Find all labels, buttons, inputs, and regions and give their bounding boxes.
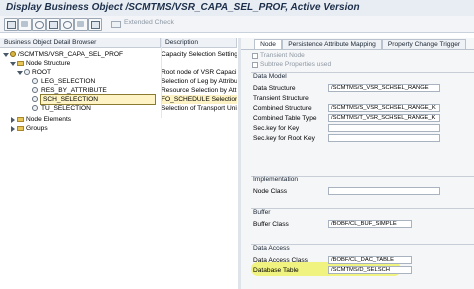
combined-table-type-field[interactable]: /SCMTMS/T_VSR_SCHSEL_RANGE_K — [328, 114, 440, 122]
node-detail-panel: Node Persistence Attribute Mapping Prope… — [241, 38, 474, 289]
tree-row-res-by-attribute[interactable]: RES_BY_ATTRIBUTE Resource Selection by A… — [0, 86, 237, 95]
tab-node[interactable]: Node — [254, 39, 282, 49]
tree-header-description[interactable]: Description — [161, 38, 237, 48]
pencil-icon — [21, 21, 28, 27]
where-used-button[interactable] — [74, 18, 88, 31]
tree-row-node-structure[interactable]: Node Structure — [0, 59, 237, 68]
transient-structure-label: Transient Structure — [253, 95, 309, 102]
tree-header-browser[interactable]: Business Object Detail Browser — [0, 38, 161, 48]
business-object-icon — [10, 51, 16, 57]
implementation-title: Implementation — [253, 176, 299, 183]
tab-property-change-trigger[interactable]: Property Change Trigger — [382, 39, 466, 49]
combined-table-type-label: Combined Table Type — [253, 115, 317, 122]
transient-node-checkbox[interactable] — [252, 53, 258, 59]
data-access-class-field[interactable]: /BOBF/CL_DAC_TABLE — [328, 256, 412, 264]
hierarchy-icon — [91, 21, 100, 29]
sec-key-label: Sec.key for Key — [253, 125, 300, 132]
folder-icon — [17, 61, 24, 66]
combined-structure-label: Combined Structure — [253, 105, 312, 112]
node-icon — [32, 78, 38, 84]
node-icon — [24, 69, 30, 75]
tree-row-node-elements[interactable]: Node Elements — [0, 115, 237, 124]
data-access-class-label: Data Access Class — [253, 257, 308, 264]
extended-check-icon — [110, 19, 121, 29]
sec-key-root-label: Sec.key for Root Key — [253, 135, 315, 142]
column-divider — [161, 38, 162, 118]
expand-icon[interactable] — [17, 71, 23, 75]
expand-icon[interactable] — [3, 53, 9, 57]
node-icon — [32, 96, 38, 102]
buffer-group — [251, 208, 474, 209]
tree-row-root[interactable]: ROOT Root node of VSR Capaci — [0, 68, 237, 77]
node-icon — [32, 87, 38, 93]
tree-row-leg-selection[interactable]: LEG_SELECTION Selection of Leg by Attrib… — [0, 77, 237, 86]
buffer-class-field[interactable]: /BOBF/CL_BUF_SIMPLE — [328, 220, 412, 228]
sec-key-root-field[interactable] — [328, 134, 440, 142]
database-table-label: Database Table — [253, 267, 299, 274]
subtree-properties-label: Subtree Properties used — [260, 61, 332, 68]
display-change-button[interactable] — [18, 18, 32, 31]
buffer-class-label: Buffer Class — [253, 221, 289, 228]
database-table-field[interactable]: /SCMTMS/D_SELSCH — [328, 266, 412, 274]
transient-structure-field[interactable] — [328, 94, 440, 102]
tab-strip: Node Persistence Attribute Mapping Prope… — [241, 38, 474, 50]
extended-check-button[interactable]: Extended Check — [124, 19, 174, 26]
tab-persistence-attribute-mapping[interactable]: Persistence Attribute Mapping — [282, 39, 382, 49]
business-object-tree: Business Object Detail Browser Descripti… — [0, 38, 237, 289]
tree-row-groups[interactable]: Groups — [0, 124, 237, 133]
hierarchy-button[interactable] — [88, 18, 102, 31]
activate-icon — [63, 21, 72, 29]
back-button[interactable] — [4, 18, 18, 31]
node-class-field[interactable] — [328, 187, 440, 195]
node-class-label: Node Class — [253, 188, 288, 195]
node-icon — [32, 105, 38, 111]
combined-structure-field[interactable]: /SCMTMS/S_VSR_SCHSEL_RANGE_K — [328, 104, 440, 112]
collapse-icon[interactable] — [11, 126, 15, 132]
toolbar: Extended Check — [0, 16, 474, 33]
other-object-button[interactable] — [32, 18, 46, 31]
transient-node-label: Transient Node — [260, 52, 305, 59]
sec-key-field[interactable] — [328, 124, 440, 132]
check-button[interactable] — [46, 18, 60, 31]
data-structure-label: Data Structure — [253, 85, 296, 92]
expand-icon[interactable] — [10, 62, 16, 66]
data-structure-field[interactable]: /SCMTMS/S_VSR_SCHSEL_RANGE — [328, 84, 440, 92]
title-bar: Display Business Object /SCMTMS/VSR_CAPA… — [0, 0, 474, 16]
data-model-title: Data Model — [253, 73, 287, 80]
subtree-properties-checkbox[interactable] — [252, 62, 258, 68]
buffer-title: Buffer — [253, 209, 271, 216]
activate-button[interactable] — [60, 18, 74, 31]
window-title: Display Business Object /SCMTMS/VSR_CAPA… — [6, 2, 360, 13]
check-icon — [49, 21, 58, 29]
object-icon — [35, 21, 44, 29]
tree-row-tu-selection[interactable]: TU_SELECTION Selection of Transport Uni — [0, 104, 237, 113]
folder-icon — [17, 126, 24, 131]
tree-row-root-object[interactable]: /SCMTMS/VSR_CAPA_SEL_PROF Capacity Selec… — [0, 50, 237, 59]
back-icon — [7, 21, 16, 29]
tree-row-sch-selection[interactable]: SCH_SELECTION FO_SCHEDULE Selection — [0, 94, 237, 105]
where-used-icon — [77, 21, 84, 27]
collapse-icon[interactable] — [11, 117, 15, 123]
data-access-title: Data Access — [253, 245, 290, 252]
folder-icon — [17, 117, 24, 122]
